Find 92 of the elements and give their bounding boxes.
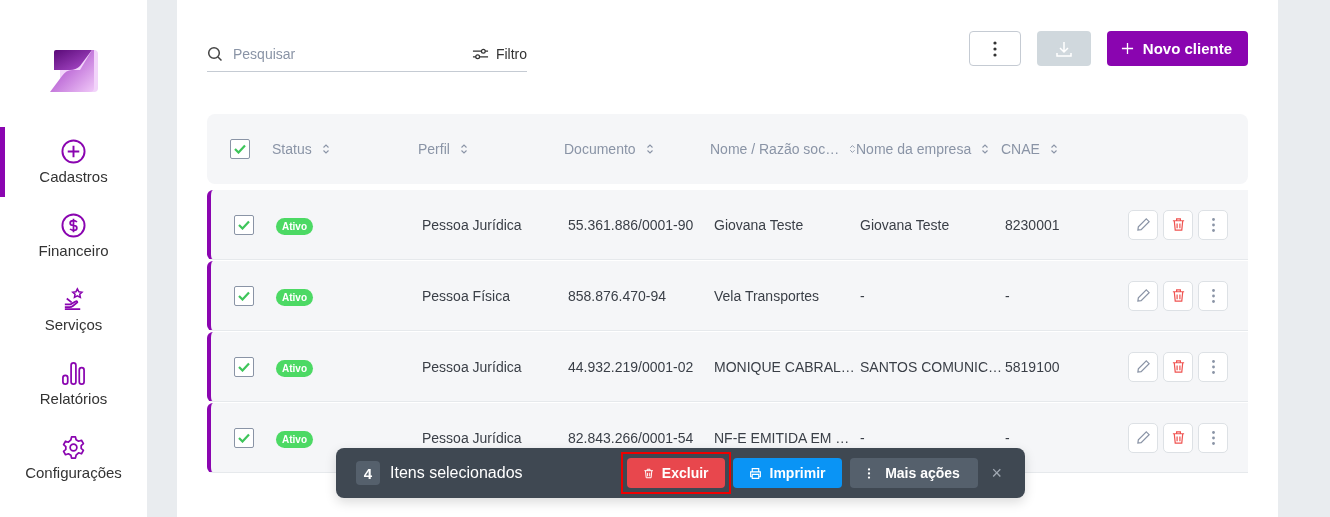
kebab-icon <box>992 40 997 57</box>
edit-button[interactable] <box>1128 209 1158 240</box>
more-button[interactable] <box>1198 422 1228 453</box>
row-checkbox[interactable] <box>234 356 254 377</box>
delete-button[interactable] <box>1163 280 1193 311</box>
table-cell: Pessoa Jurídica <box>422 358 522 375</box>
table-cell: 5819100 <box>1005 358 1060 375</box>
trash-icon <box>1170 359 1186 374</box>
table-cell: Giovana Teste <box>860 216 950 233</box>
delete-button[interactable] <box>1163 422 1193 453</box>
sidebar-item[interactable]: Financeiro <box>0 201 142 271</box>
edit-button[interactable] <box>1128 280 1158 311</box>
table-row[interactable]: Ativo Pessoa Física 858.876.470-94 Vela Transportes - - <box>207 261 1248 331</box>
table-cell: - <box>1005 429 1010 446</box>
more-actions-button[interactable]: Mais ações <box>849 458 978 488</box>
table-cell: Pessoa Jurídica <box>422 429 522 446</box>
delete-button[interactable] <box>1163 209 1193 240</box>
table-cell: Pessoa Física <box>422 287 510 304</box>
new-client-button[interactable]: Novo cliente <box>1106 31 1248 66</box>
settings-icon <box>61 435 86 460</box>
status-badge: Ativo <box>276 430 313 448</box>
check-icon <box>238 432 250 443</box>
status-badge: Ativo <box>276 359 313 377</box>
filter-button[interactable]: Filtro <box>471 46 527 62</box>
more-button[interactable] <box>1198 280 1228 311</box>
row-checkbox[interactable] <box>234 427 254 448</box>
table-cell: 44.932.219/0001-02 <box>568 358 694 375</box>
download-icon <box>1054 39 1073 58</box>
sidebar-item[interactable]: Configurações <box>0 423 142 493</box>
table-cell: 55.361.886/0001-90 <box>568 216 694 233</box>
check-icon <box>238 219 250 230</box>
select-all-checkbox[interactable] <box>230 139 250 159</box>
pencil-icon <box>1135 217 1151 232</box>
table-cell: SANTOS COMUNIC… <box>860 358 1003 375</box>
table-cell: NF-E EMITIDA EM … <box>714 429 850 446</box>
sidebar-item[interactable]: Serviços <box>0 275 142 345</box>
edit-button[interactable] <box>1128 422 1158 453</box>
kebab-icon <box>1211 359 1215 374</box>
sidebar-item[interactable]: Relatórios <box>0 349 142 419</box>
status-badge: Ativo <box>276 217 313 235</box>
more-button[interactable] <box>1198 209 1228 240</box>
pencil-icon <box>1135 430 1151 445</box>
table-row[interactable]: Ativo Pessoa Jurídica 55.361.886/0001-90 Giovana Teste Giovana Teste 8230001 <box>207 190 1248 260</box>
more-button[interactable] <box>968 31 1021 66</box>
kebab-icon <box>1211 288 1215 303</box>
search-icon <box>207 46 223 62</box>
table-row[interactable]: Ativo Pessoa Jurídica 44.932.219/0001-02 MONIQUE CABRAL… SANTOS COMUNIC… 5819100 <box>207 332 1248 402</box>
pencil-icon <box>1135 288 1151 303</box>
sort-icon[interactable] <box>981 143 990 155</box>
logo-icon <box>49 48 98 94</box>
row-checkbox[interactable] <box>234 285 254 306</box>
kebab-icon <box>1211 430 1215 445</box>
status-badge: Ativo <box>276 288 313 306</box>
sort-icon[interactable] <box>459 143 468 155</box>
pencil-icon <box>1135 359 1151 374</box>
table-cell: Giovana Teste <box>714 216 804 233</box>
delete-button[interactable] <box>1163 351 1193 382</box>
table-cell: - <box>1005 287 1010 304</box>
table-cell: MONIQUE CABRAL… <box>714 358 855 375</box>
row-checkbox[interactable] <box>234 214 254 235</box>
table-cell: - <box>860 287 865 304</box>
bar-chart-icon <box>61 361 86 386</box>
plus-icon <box>1120 42 1134 55</box>
sliders-icon <box>471 48 489 60</box>
table-cell: 8230001 <box>1005 216 1060 233</box>
trash-icon <box>1170 430 1186 445</box>
kebab-icon <box>867 466 872 480</box>
table-cell: Pessoa Jurídica <box>422 216 522 233</box>
dollar-circle-icon <box>61 213 86 238</box>
edit-button[interactable] <box>1128 351 1158 382</box>
search-field[interactable]: Pesquisar Filtro <box>207 37 527 72</box>
check-icon <box>238 290 250 301</box>
trash-icon <box>1170 288 1186 303</box>
table-cell: - <box>860 429 865 446</box>
table-cell: Vela Transportes <box>714 287 820 304</box>
table-cell: 82.843.266/0001-54 <box>568 429 694 446</box>
trash-icon <box>642 466 654 480</box>
check-icon <box>234 144 246 154</box>
sort-icon[interactable] <box>849 143 856 155</box>
selection-count: 4 <box>356 461 380 485</box>
plus-circle-icon <box>61 139 86 164</box>
sort-icon[interactable] <box>1049 143 1058 155</box>
printer-icon <box>748 466 762 480</box>
sort-icon[interactable] <box>321 143 330 155</box>
table-cell: 858.876.470-94 <box>568 287 667 304</box>
delete-button[interactable]: Excluir <box>626 458 725 488</box>
sidebar-item[interactable]: Cadastros <box>0 127 142 197</box>
trash-icon <box>1170 217 1186 232</box>
sort-icon[interactable] <box>645 143 654 155</box>
more-button[interactable] <box>1198 351 1228 382</box>
kebab-icon <box>1211 217 1215 232</box>
check-icon <box>238 361 250 372</box>
